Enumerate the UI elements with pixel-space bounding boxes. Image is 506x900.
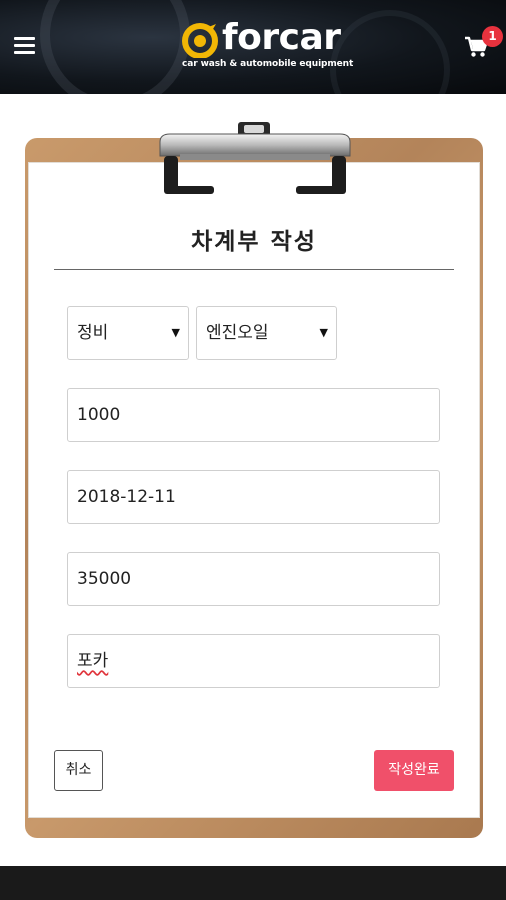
date-value: 2018-12-11: [77, 487, 176, 507]
page-title: 차계부 작성: [191, 229, 317, 255]
dropdown-arrow-icon: ▼: [171, 326, 180, 339]
background-gear-decoration: [40, 0, 190, 94]
place-value: 포카: [77, 651, 109, 671]
brand-name: forcar: [222, 17, 341, 58]
top-header: forcar car wash & automobile equipment 1: [0, 0, 506, 94]
hamburger-menu-icon[interactable]: [14, 37, 36, 55]
category-select[interactable]: 정비 ▼: [67, 306, 189, 360]
logo-mark-icon: [182, 23, 218, 58]
item-select-value: 엔진오일: [206, 323, 269, 343]
bottom-bar: [0, 866, 506, 900]
background-gear-decoration-right: [330, 10, 450, 94]
date-input[interactable]: 2018-12-11: [67, 470, 440, 524]
amount-input[interactable]: 35000: [67, 552, 440, 606]
clipboard-clip-icon: [159, 122, 351, 194]
item-select[interactable]: 엔진오일 ▼: [196, 306, 337, 360]
category-select-value: 정비: [77, 323, 109, 343]
mileage-input[interactable]: 1000: [67, 388, 440, 442]
title-divider: [54, 269, 454, 270]
cart-count-badge: 1: [482, 26, 503, 47]
place-input[interactable]: 포카: [67, 634, 440, 688]
amount-value: 35000: [77, 569, 132, 589]
brand-logo[interactable]: forcar car wash & automobile equipment: [180, 17, 353, 74]
brand-tagline: car wash & automobile equipment: [182, 59, 354, 69]
dropdown-arrow-icon: ▼: [319, 326, 328, 339]
cancel-button[interactable]: 취소: [54, 750, 103, 791]
submit-button[interactable]: 작성완료: [374, 750, 454, 791]
mileage-value: 1000: [77, 405, 121, 425]
